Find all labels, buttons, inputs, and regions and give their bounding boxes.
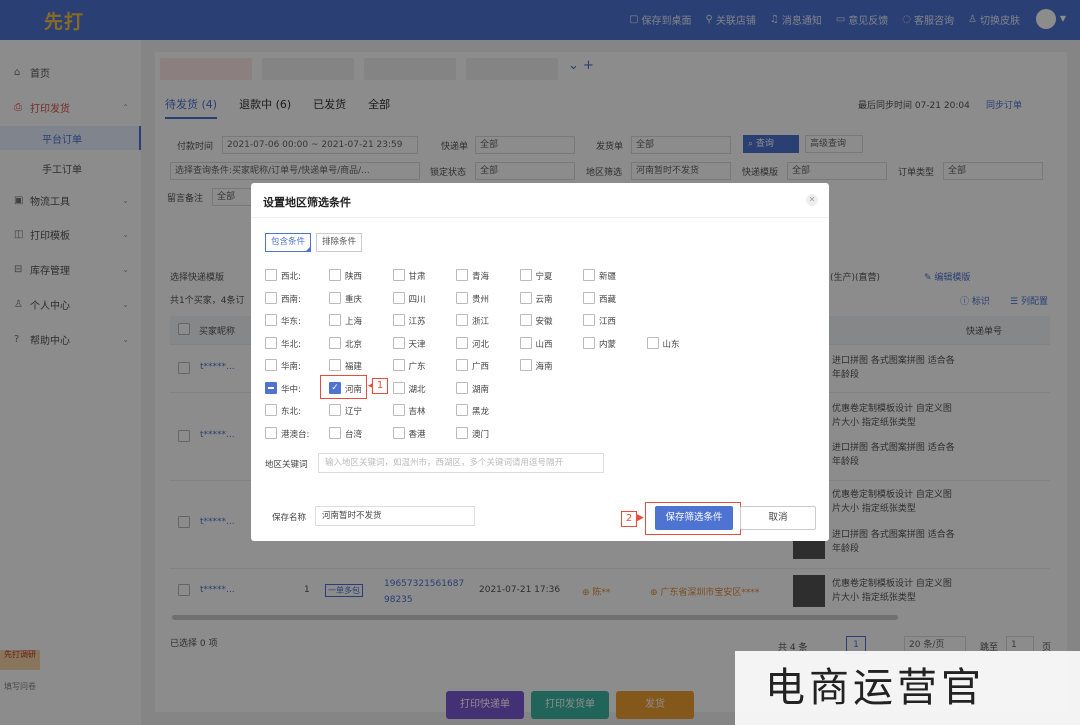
province-checkbox[interactable] [392, 314, 405, 326]
region-group-label: 港澳台: [281, 429, 310, 440]
province-label: 天津 [408, 339, 426, 350]
region-group-label: 华东: [281, 317, 301, 327]
province-checkbox[interactable] [583, 291, 595, 304]
province-label: 宁夏 [535, 272, 553, 282]
province-label: 山东 [662, 339, 680, 350]
annotation-number: 1 [372, 378, 388, 394]
province-checkbox[interactable] [329, 359, 341, 371]
province-checkbox[interactable] [329, 426, 341, 439]
province-checkbox[interactable] [392, 291, 405, 304]
province-label: 浙江 [472, 317, 490, 327]
province-checkbox[interactable] [519, 269, 532, 281]
province-label: 安徽 [535, 317, 553, 327]
province-checkbox[interactable] [329, 336, 341, 349]
province-checkbox[interactable] [456, 291, 468, 304]
province-label: 甘肃 [408, 272, 426, 282]
province-checkbox[interactable] [392, 359, 405, 371]
province-label: 山西 [535, 339, 553, 350]
save-name-label: 保存名称 [272, 513, 307, 523]
close-icon[interactable]: ✕ [806, 194, 818, 206]
save-name-input[interactable]: 河南暂时不发货 [315, 506, 475, 526]
province-label: 福建 [345, 362, 363, 372]
province-label: 青海 [472, 272, 490, 282]
province-checkbox[interactable] [392, 381, 405, 394]
province-checkbox[interactable] [329, 404, 341, 416]
region-group-checkbox[interactable] [265, 269, 277, 281]
province-checkbox[interactable] [583, 269, 595, 281]
province-label: 贵州 [472, 294, 490, 305]
province-label: 黑龙 [472, 407, 490, 417]
province-label: 台湾 [345, 429, 363, 440]
province-label: 四川 [408, 294, 426, 305]
divider [251, 217, 829, 218]
province-label: 海南 [535, 362, 553, 372]
province-checkbox[interactable] [392, 404, 405, 416]
save-filter-button[interactable]: 保存筛选条件 [655, 506, 733, 530]
dialog-title: 设置地区筛选条件 [263, 196, 351, 209]
region-group-checkbox[interactable] [265, 404, 277, 416]
highlight-box [320, 375, 367, 399]
watermark: 电商运营官 [735, 651, 1080, 725]
region-group-label: 西北: [281, 272, 301, 282]
region-group-label: 华北: [281, 339, 301, 350]
province-label: 广西 [472, 362, 490, 372]
region-group-label: 东北: [281, 407, 301, 417]
region-group-checkbox[interactable] [265, 426, 277, 439]
province-label: 陕西 [345, 272, 363, 282]
region-group-label: 华中: [281, 384, 301, 395]
cancel-button[interactable]: 取消 [740, 506, 816, 530]
province-label: 河北 [472, 339, 490, 350]
province-checkbox[interactable] [519, 314, 532, 326]
province-checkbox[interactable] [646, 336, 659, 349]
province-label: 湖北 [408, 384, 426, 395]
province-label: 内蒙 [599, 339, 617, 350]
province-checkbox[interactable] [456, 381, 468, 394]
region-group-label: 华南: [281, 362, 301, 372]
province-checkbox[interactable] [456, 426, 468, 439]
region-group-checkbox[interactable] [265, 314, 277, 326]
province-checkbox[interactable] [519, 291, 532, 304]
region-group-checkbox[interactable] [265, 336, 277, 349]
province-checkbox[interactable] [392, 336, 405, 349]
province-checkbox[interactable] [456, 404, 468, 416]
arrow-icon: ▶ [637, 513, 644, 523]
region-group-checkbox[interactable] [265, 381, 277, 394]
province-label: 云南 [535, 294, 553, 305]
region-filter-dialog: 设置地区筛选条件 ✕ 包含条件 排除条件 西北: 陕西 甘肃 青海 宁夏 新疆西南: 重庆 四… [251, 183, 829, 541]
province-checkbox[interactable] [583, 336, 595, 349]
province-checkbox[interactable] [456, 336, 468, 349]
region-group-checkbox[interactable] [265, 359, 277, 371]
province-checkbox[interactable] [456, 359, 468, 371]
tab-include[interactable]: 包含条件 [265, 233, 312, 252]
province-checkbox[interactable] [392, 426, 405, 439]
province-checkbox[interactable] [519, 336, 532, 349]
province-label: 重庆 [345, 294, 363, 305]
province-checkbox[interactable] [519, 359, 532, 371]
region-group-label: 西南: [281, 294, 301, 305]
province-checkbox[interactable] [392, 269, 405, 281]
tab-exclude[interactable]: 排除条件 [316, 233, 363, 252]
province-label: 香港 [408, 429, 426, 440]
annotation-number: 2 [621, 511, 637, 527]
province-label: 西藏 [599, 294, 617, 305]
province-checkbox[interactable] [329, 314, 341, 326]
province-checkbox[interactable] [329, 291, 341, 304]
province-label: 北京 [345, 339, 363, 350]
province-label: 新疆 [599, 272, 617, 282]
province-label: 广东 [408, 362, 426, 372]
province-checkbox[interactable] [329, 269, 341, 281]
keyword-input[interactable]: 输入地区关键词，如温州市，西湖区，多个关键词请用逗号隔开 [318, 453, 604, 473]
province-checkbox[interactable] [583, 314, 595, 326]
province-label: 江西 [599, 317, 617, 327]
province-label: 辽宁 [345, 407, 363, 417]
region-group-checkbox[interactable] [265, 291, 277, 304]
province-label: 吉林 [408, 407, 426, 417]
province-checkbox[interactable] [456, 269, 468, 281]
keyword-label: 地区关键词 [265, 460, 308, 470]
province-label: 澳门 [472, 429, 490, 440]
province-checkbox[interactable] [456, 314, 468, 326]
province-label: 江苏 [408, 317, 426, 327]
province-label: 上海 [345, 317, 363, 327]
province-label: 湖南 [472, 384, 490, 395]
